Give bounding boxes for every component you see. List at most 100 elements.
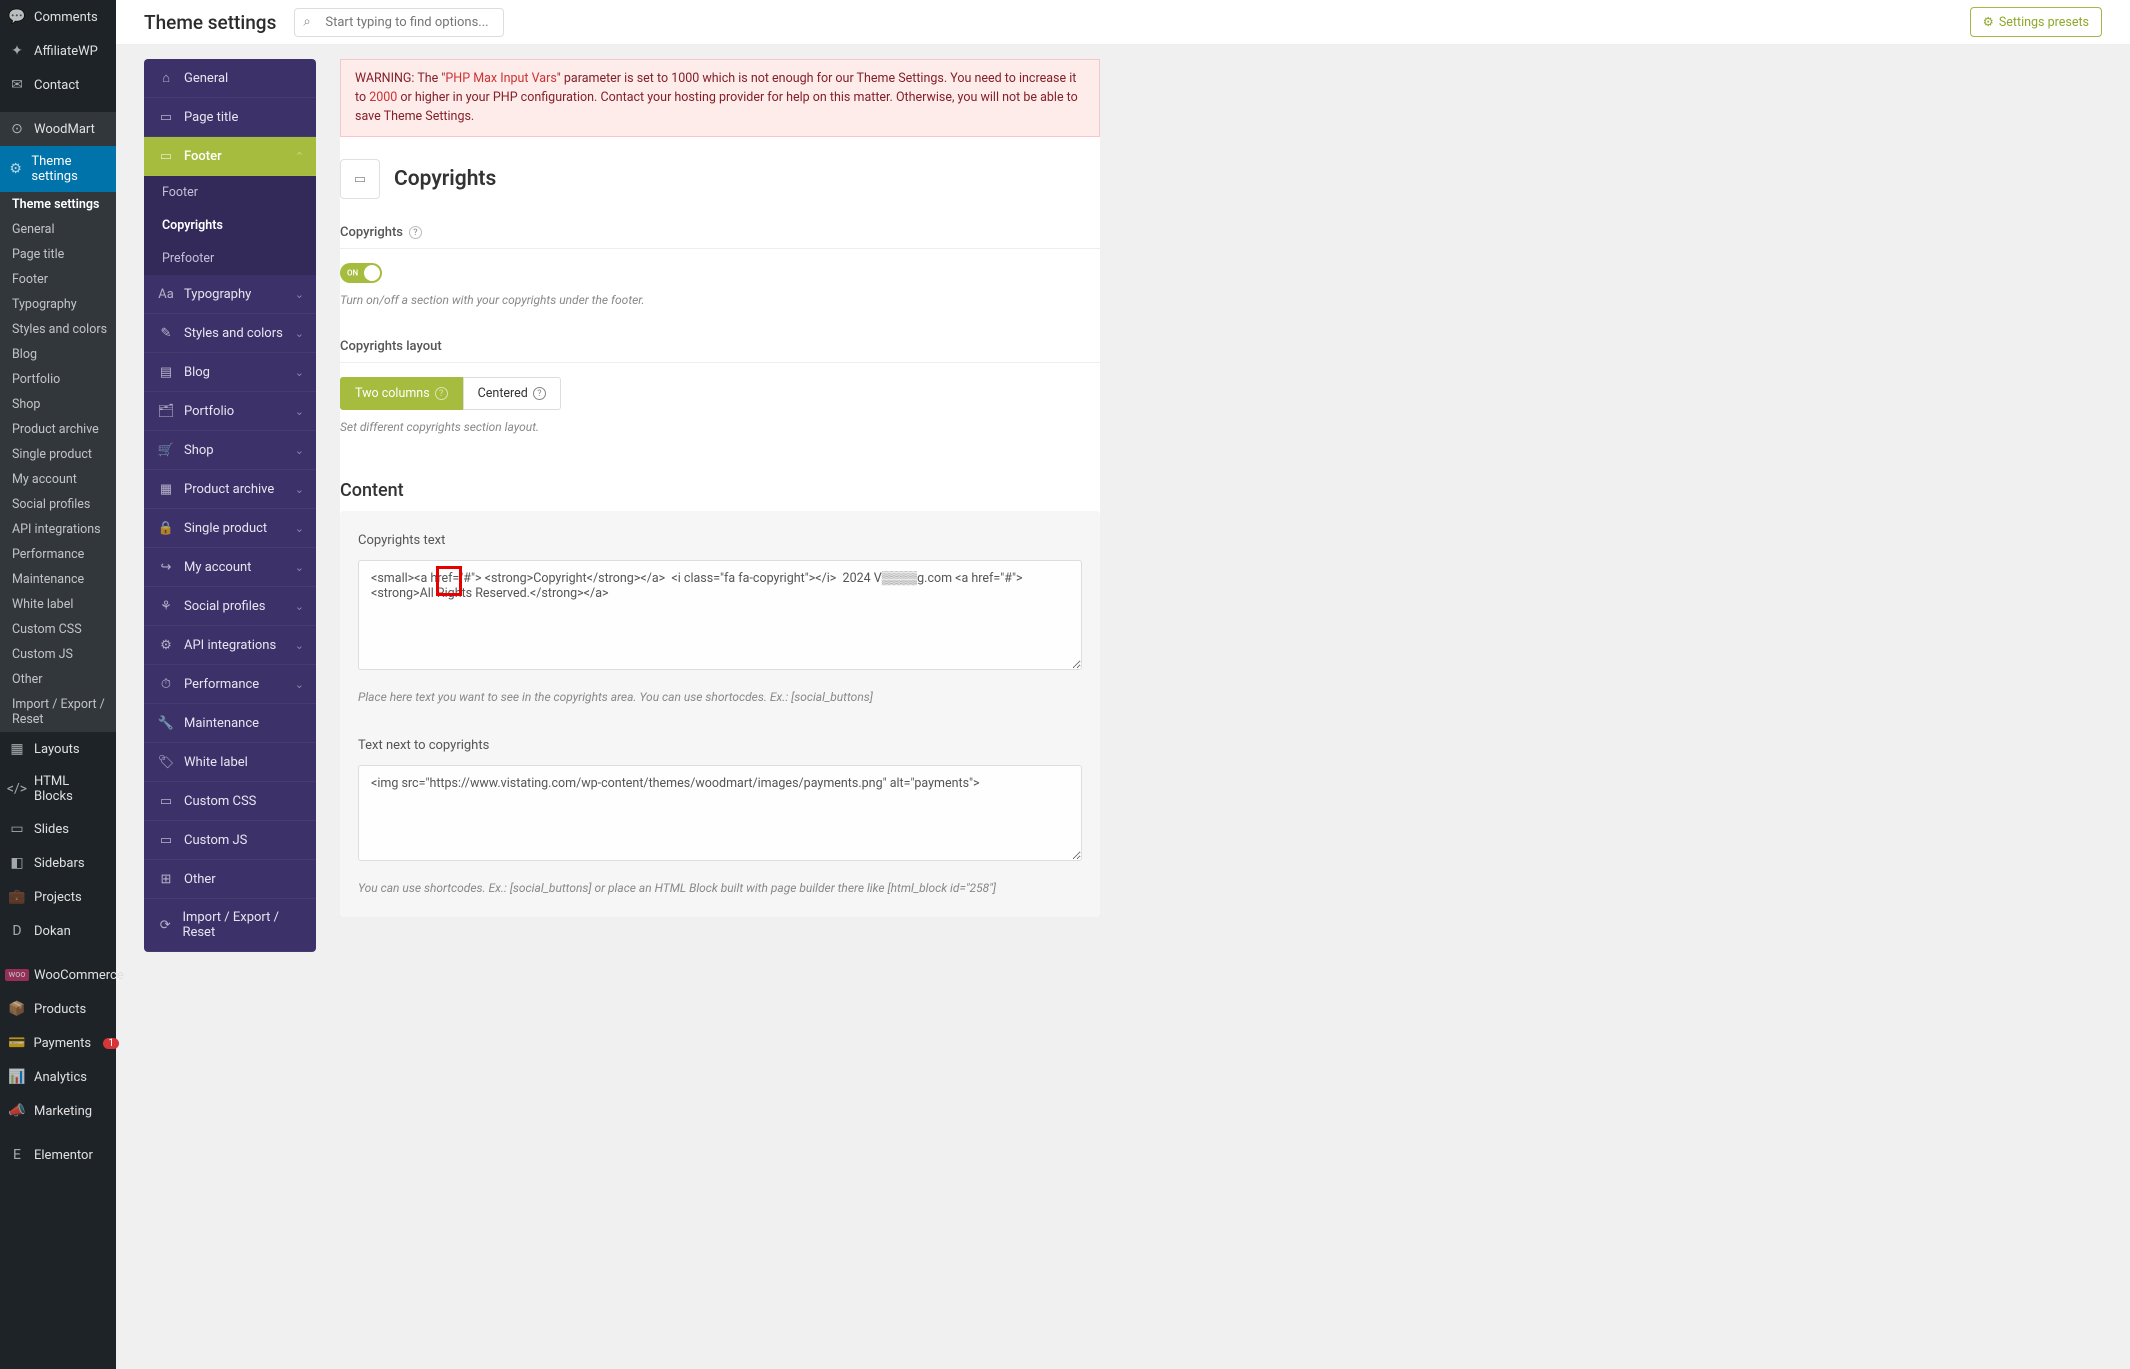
snav-custom-css[interactable]: ▭Custom CSS	[144, 782, 316, 821]
sidebar-label: WoodMart	[34, 122, 95, 137]
layouts-icon: ▦	[8, 740, 26, 758]
snav-white-label[interactable]: 🏷White label	[144, 743, 316, 782]
subnav-maintenance[interactable]: Maintenance	[0, 567, 116, 592]
snav-page-title[interactable]: ▭Page title	[144, 98, 316, 137]
snav-product-archive[interactable]: ▦Product archive	[144, 470, 316, 509]
home-icon: ⌂	[158, 70, 174, 86]
section-label: Copyrights?	[340, 217, 1100, 249]
subnav-import-export[interactable]: Import / Export / Reset	[0, 692, 116, 732]
topbar: Theme settings ⌕ ⚙Settings presets	[116, 0, 2130, 45]
sidebar-item-analytics[interactable]: 📊 Analytics	[0, 1060, 116, 1094]
snav-other[interactable]: ⊞Other	[144, 860, 316, 899]
subnav-styles[interactable]: Styles and colors	[0, 317, 116, 342]
sidebar-item-marketing[interactable]: 📣Marketing	[0, 1094, 116, 1128]
js-icon: ▭	[158, 832, 174, 848]
subnav-theme-settings[interactable]: Theme settings	[0, 192, 116, 217]
sidebar-item-comments[interactable]: 💬Comments	[0, 0, 116, 34]
sidebar-item-contact[interactable]: ✉Contact	[0, 68, 116, 102]
sidebar-item-theme-settings[interactable]: ⚙Theme settings	[0, 146, 116, 192]
snav-footer[interactable]: ▭Footer	[144, 137, 316, 176]
subnav-other[interactable]: Other	[0, 667, 116, 692]
sidebar-item-elementor[interactable]: EElementor	[0, 1138, 116, 1172]
sidebar-item-sidebars[interactable]: ◧Sidebars	[0, 846, 116, 880]
sidebar-item-layouts[interactable]: ▦Layouts	[0, 732, 116, 766]
subnav-performance[interactable]: Performance	[0, 542, 116, 567]
subnav-custom-js[interactable]: Custom JS	[0, 642, 116, 667]
field-label: Copyrights text	[358, 533, 1082, 548]
snav-sub-copyrights[interactable]: Copyrights	[144, 209, 316, 242]
snav-social[interactable]: ⚘Social profiles	[144, 587, 316, 626]
snav-portfolio[interactable]: 🗂Portfolio	[144, 392, 316, 431]
snav-general[interactable]: ⌂General	[144, 59, 316, 98]
snav-styles[interactable]: ✎Styles and colors	[144, 314, 316, 353]
snav-import-export[interactable]: ⟳Import / Export / Reset	[144, 899, 316, 952]
sidebar-item-projects[interactable]: 💼Projects	[0, 880, 116, 914]
sidebar-item-woocommerce[interactable]: wooWooCommerce	[0, 958, 116, 992]
sidebar-item-payments[interactable]: 💳Payments1	[0, 1026, 116, 1060]
subnav-custom-css[interactable]: Custom CSS	[0, 617, 116, 642]
sidebar-item-products[interactable]: 📦Products	[0, 992, 116, 1026]
code-icon: </>	[8, 780, 26, 798]
subnav-typography[interactable]: Typography	[0, 292, 116, 317]
subnav-white-label[interactable]: White label	[0, 592, 116, 617]
sidebar-label: Slides	[34, 822, 69, 837]
elementor-icon: E	[8, 1146, 26, 1164]
help-icon[interactable]: ?	[533, 387, 546, 400]
subnav-page-title[interactable]: Page title	[0, 242, 116, 267]
sidebar-label: HTML Blocks	[34, 774, 108, 804]
sidebar-item-woodmart[interactable]: ⊙ WoodMart	[0, 112, 116, 146]
subnav-my-account[interactable]: My account	[0, 467, 116, 492]
copyrights-icon: ▭	[340, 159, 380, 199]
snav-performance[interactable]: ⏱Performance	[144, 665, 316, 704]
settings-presets-button[interactable]: ⚙Settings presets	[1970, 7, 2102, 37]
snav-sub-prefooter[interactable]: Prefooter	[144, 242, 316, 275]
subnav-social[interactable]: Social profiles	[0, 492, 116, 517]
snav-my-account[interactable]: ↪My account	[144, 548, 316, 587]
dokan-icon: D	[8, 922, 26, 940]
text-next-input[interactable]	[358, 765, 1082, 861]
content-title: Copyrights	[394, 167, 496, 191]
copyrights-toggle[interactable]: ON	[340, 263, 382, 283]
copyrights-text-field: Copyrights text Place here text you want…	[340, 511, 1100, 917]
search-input[interactable]	[294, 8, 504, 37]
chart-icon: 📊	[8, 1068, 26, 1086]
snav-api[interactable]: ⚙API integrations	[144, 626, 316, 665]
snav-maintenance[interactable]: 🔧Maintenance	[144, 704, 316, 743]
sidebar-item-dokan[interactable]: D Dokan	[0, 914, 116, 948]
sidebar-item-html-blocks[interactable]: </> HTML Blocks	[0, 766, 116, 812]
brush-icon: ✎	[158, 325, 174, 341]
sidebar-item-affiliatewp[interactable]: ✦AffiliateWP	[0, 34, 116, 68]
help-icon[interactable]: ?	[435, 387, 448, 400]
sidebar-label: Payments	[33, 1036, 91, 1051]
snav-shop[interactable]: 🛒Shop	[144, 431, 316, 470]
snav-typography[interactable]: AaTypography	[144, 275, 316, 314]
layout-centered-button[interactable]: Centered?	[463, 377, 561, 410]
sidebar-label: Projects	[34, 890, 82, 905]
subnav-blog[interactable]: Blog	[0, 342, 116, 367]
subnav-portfolio[interactable]: Portfolio	[0, 367, 116, 392]
subnav-footer[interactable]: Footer	[0, 267, 116, 292]
hint-text: Turn on/off a section with your copyrigh…	[340, 293, 1100, 307]
card-icon: 💳	[8, 1034, 25, 1052]
briefcase-icon: 🗂	[158, 403, 174, 419]
user-icon: ↪	[158, 559, 174, 575]
subnav-general[interactable]: General	[0, 217, 116, 242]
subnav-product-archive[interactable]: Product archive	[0, 417, 116, 442]
hint-text: Place here text you want to see in the c…	[358, 690, 1082, 704]
help-icon[interactable]: ?	[409, 226, 422, 239]
subnav-shop[interactable]: Shop	[0, 392, 116, 417]
sidebar-label: Dokan	[34, 924, 71, 939]
copyrights-text-input[interactable]	[358, 560, 1082, 670]
snav-blog[interactable]: ▤Blog	[144, 353, 316, 392]
sidebar-label: AffiliateWP	[34, 44, 98, 59]
layout-two-columns-button[interactable]: Two columns?	[340, 377, 463, 410]
subnav-single-product[interactable]: Single product	[0, 442, 116, 467]
woodmart-icon: ⊙	[8, 120, 26, 138]
subnav-api[interactable]: API integrations	[0, 517, 116, 542]
page-title: Theme settings	[144, 11, 276, 34]
snav-custom-js[interactable]: ▭Custom JS	[144, 821, 316, 860]
sidebar-item-slides[interactable]: ▭Slides	[0, 812, 116, 846]
snav-sub-footer[interactable]: Footer	[144, 176, 316, 209]
sidebar-label: Analytics	[34, 1070, 87, 1085]
snav-single-product[interactable]: 🔒Single product	[144, 509, 316, 548]
